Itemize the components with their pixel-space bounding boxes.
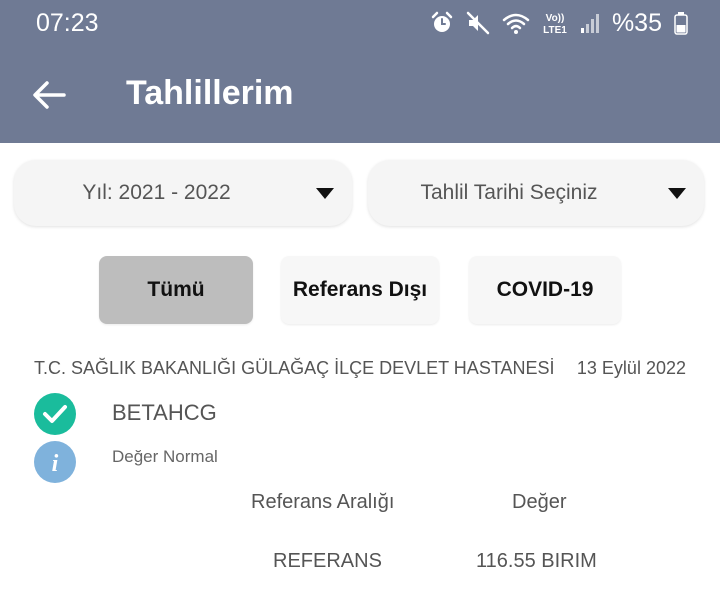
result-date: 13 Eylül 2022 [576,358,686,378]
app-bar: Tahlillerim [0,46,720,143]
filter-all-button[interactable]: Tümü [99,256,253,324]
signal-icon [580,14,599,33]
caret-down-icon [668,188,686,199]
reference-range-value: REFERANS [273,550,382,572]
reference-range-header: Referans Aralığı [251,491,395,513]
battery-percent: %35 [611,8,662,37]
year-dropdown[interactable]: Yıl: 2021 - 2022 [14,160,352,226]
test-date-dropdown-placeholder: Tahlil Tarihi Seçiniz [420,181,598,204]
result-value: 116.55 BIRIM [476,550,597,572]
wifi-icon [502,13,530,34]
test-date-dropdown[interactable]: Tahlil Tarihi Seçiniz [368,160,704,226]
caret-down-icon [316,188,334,199]
alarm-icon [431,11,453,32]
test-name[interactable]: BETAHCG [112,400,217,426]
svg-text:i: i [52,451,59,477]
filter-covid-button[interactable]: COVID-19 [469,256,621,324]
back-arrow-icon[interactable] [28,74,70,116]
test-status: Değer Normal [112,447,218,466]
filter-out-of-range-button[interactable]: Referans Dışı [281,256,439,324]
status-time: 07:23 [36,9,99,37]
status-icons: Vo)) LTE1 %35 [430,8,688,38]
page-title: Tahlillerim [126,74,294,112]
svg-text:LTE1: LTE1 [543,25,567,36]
year-dropdown-value: Yıl: 2021 - 2022 [82,181,231,204]
status-bar: 07:23 Vo)) LTE1 %35 [0,0,720,46]
volte-icon: Vo)) LTE1 [543,13,567,36]
hospital-name: T.C. SAĞLIK BAKANLIĞI GÜLAĞAÇ İLÇE DEVLE… [34,358,555,378]
svg-text:Vo)): Vo)) [546,13,565,24]
check-circle-icon [34,393,76,435]
info-circle-icon[interactable]: i [34,441,76,483]
battery-icon [674,12,688,35]
mute-icon [466,11,490,35]
value-header: Değer [512,491,567,513]
